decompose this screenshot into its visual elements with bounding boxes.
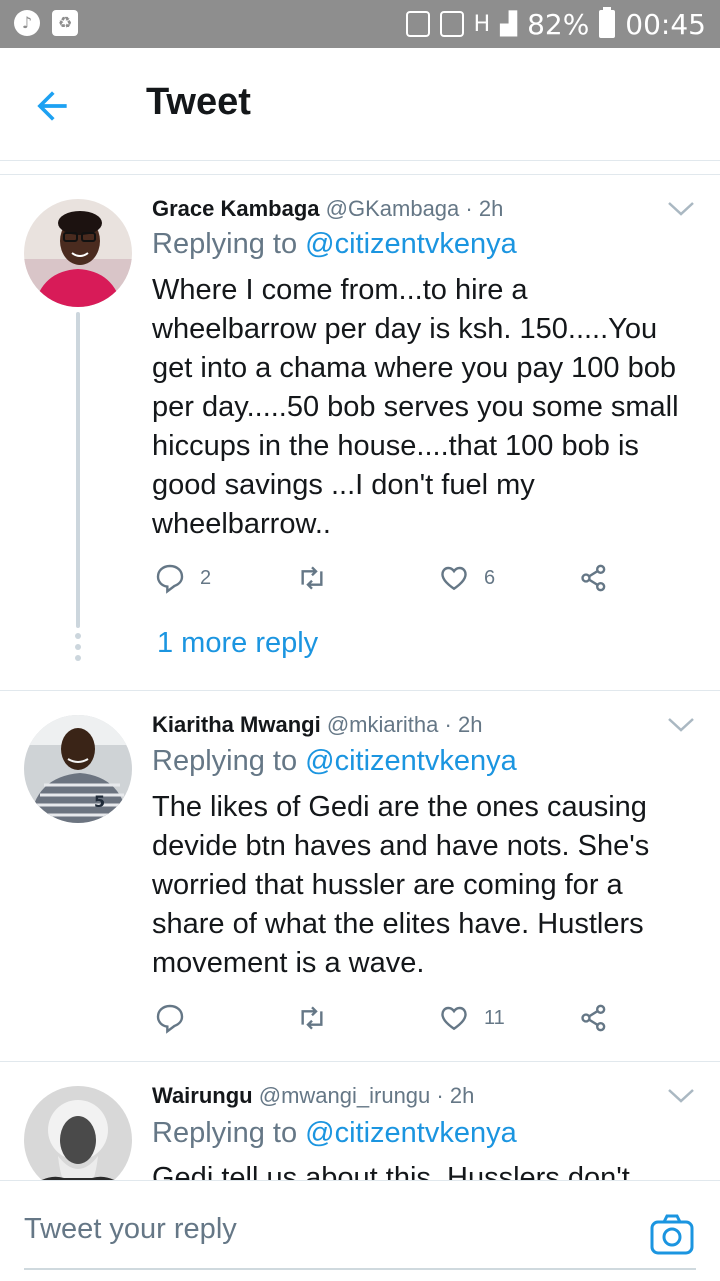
tweet-text: Gedi tell us about this. Husslers don't: [152, 1159, 702, 1180]
replying-to: Replying to @citizentvkenya: [152, 745, 517, 778]
battery-icon: [599, 7, 616, 38]
avatar[interactable]: 5: [24, 715, 132, 823]
like-button[interactable]: 11: [438, 1002, 505, 1034]
replying-to: Replying to @citizentvkenya: [152, 1117, 517, 1150]
retweet-button[interactable]: [296, 562, 342, 594]
text-line: The likes of Gedi are the ones causing: [152, 791, 647, 823]
tweet-text: The likes of Gedi are the ones causing d…: [152, 788, 702, 983]
retweet-button[interactable]: [296, 1002, 342, 1034]
app-header: Tweet: [0, 48, 720, 161]
author-handle: @mwangi_irungu: [258, 1083, 431, 1108]
chevron-down-icon[interactable]: [666, 199, 696, 219]
status-bar: ♪ ♻ H ▟ 82% 00:45: [0, 0, 720, 48]
author-name: Grace Kambaga: [152, 196, 320, 221]
thread-line: [76, 312, 80, 628]
reply-compose-bar: Tweet your reply: [0, 1180, 720, 1281]
svg-text:5: 5: [94, 792, 105, 811]
tweet-card[interactable]: 5 Kiaritha Mwangi @mkiaritha · 2h Replyi…: [0, 691, 720, 1061]
reply-button[interactable]: 2: [154, 562, 211, 594]
tweet-time: · 2h: [444, 712, 483, 737]
retweet-icon: [301, 566, 323, 590]
chevron-down-icon[interactable]: [666, 715, 696, 735]
tweet-author[interactable]: Grace Kambaga @GKambaga · 2h: [152, 196, 503, 222]
text-line: movement is a wave.: [152, 947, 425, 979]
replying-mention[interactable]: @citizentvkenya: [305, 745, 517, 777]
retweet-icon: [301, 1006, 323, 1030]
text-line: wheelbarrow..: [152, 508, 331, 540]
share-icon: [581, 1004, 606, 1032]
reply-count: 2: [200, 566, 212, 589]
share-button[interactable]: [578, 562, 610, 594]
text-line: per day.....50 bob serves you some small: [152, 391, 679, 423]
author-handle: @mkiaritha: [326, 712, 439, 737]
back-arrow-icon: [37, 91, 67, 121]
text-line: worried that hussler are coming for a: [152, 869, 623, 901]
tweet-actions: 2 6: [154, 562, 624, 602]
tweet-actions: 11: [154, 1002, 624, 1042]
replying-prefix: Replying to: [152, 228, 306, 260]
replying-prefix: Replying to: [152, 745, 306, 777]
like-icon: [441, 1006, 467, 1031]
thread-dots: [74, 633, 82, 666]
avatar[interactable]: [24, 1086, 132, 1180]
text-line: Gedi tell us about this. Husslers don't: [152, 1162, 630, 1180]
replying-mention[interactable]: @citizentvkenya: [305, 228, 517, 260]
author-handle: @GKambaga: [325, 196, 460, 221]
tweet-time: · 2h: [436, 1083, 475, 1108]
tweet-time: · 2h: [465, 196, 504, 221]
tweet-author[interactable]: Kiaritha Mwangi @mkiaritha · 2h: [152, 712, 482, 738]
author-name: Wairungu: [152, 1083, 253, 1108]
reply-icon: [156, 1004, 184, 1034]
tweet-card[interactable]: Grace Kambaga @GKambaga · 2h Replying to…: [0, 175, 720, 690]
call-icon: [405, 11, 430, 37]
camera-button[interactable]: [648, 1211, 696, 1259]
share-icon: [581, 564, 606, 592]
text-line: share of what the elites have. Hustlers: [152, 908, 644, 940]
clock: 00:45: [625, 7, 706, 41]
avatar[interactable]: [24, 199, 132, 307]
like-count: 11: [484, 1006, 505, 1029]
like-count: 6: [484, 566, 496, 589]
signal-bars-icon: ▟: [500, 11, 518, 37]
page-title: Tweet: [146, 81, 251, 123]
share-button[interactable]: [578, 1002, 610, 1034]
input-underline: [24, 1268, 696, 1270]
replying-mention[interactable]: @citizentvkenya: [305, 1117, 517, 1149]
text-line: get into a chama where you pay 100 bob: [152, 352, 676, 384]
like-icon: [441, 566, 467, 591]
replying-to: Replying to @citizentvkenya: [152, 228, 517, 261]
recycle-notification-icon: ♻: [52, 10, 78, 36]
battery-percent: 82%: [527, 7, 590, 41]
like-button[interactable]: 6: [438, 562, 495, 594]
camera-icon: [650, 1214, 694, 1255]
tweet-card[interactable]: Wairungu @mwangi_irungu · 2h Replying to…: [0, 1062, 720, 1180]
more-replies-link[interactable]: 1 more reply: [157, 627, 318, 660]
text-line: good savings ...I don't fuel my: [152, 469, 535, 501]
replying-prefix: Replying to: [152, 1117, 306, 1149]
chevron-down-icon[interactable]: [666, 1086, 696, 1106]
text-line: hiccups in the house....that 100 bob is: [152, 430, 639, 462]
data-signal-icon: [439, 11, 464, 37]
text-line: devide btn haves and have nots. She's: [152, 830, 650, 862]
text-line: wheelbarrow per day is ksh. 150.....You: [152, 313, 658, 345]
tweet-text: Where I come from...to hire a wheelbarro…: [152, 271, 702, 544]
reply-input[interactable]: Tweet your reply: [24, 1213, 237, 1246]
back-button[interactable]: [30, 84, 82, 128]
network-type: H: [473, 11, 491, 37]
author-name: Kiaritha Mwangi: [152, 712, 321, 737]
music-notification-icon: ♪: [14, 10, 40, 36]
tweet-author[interactable]: Wairungu @mwangi_irungu · 2h: [152, 1083, 474, 1109]
text-line: Where I come from...to hire a: [152, 274, 528, 306]
reply-button[interactable]: [154, 1002, 200, 1034]
reply-icon: [156, 564, 184, 594]
